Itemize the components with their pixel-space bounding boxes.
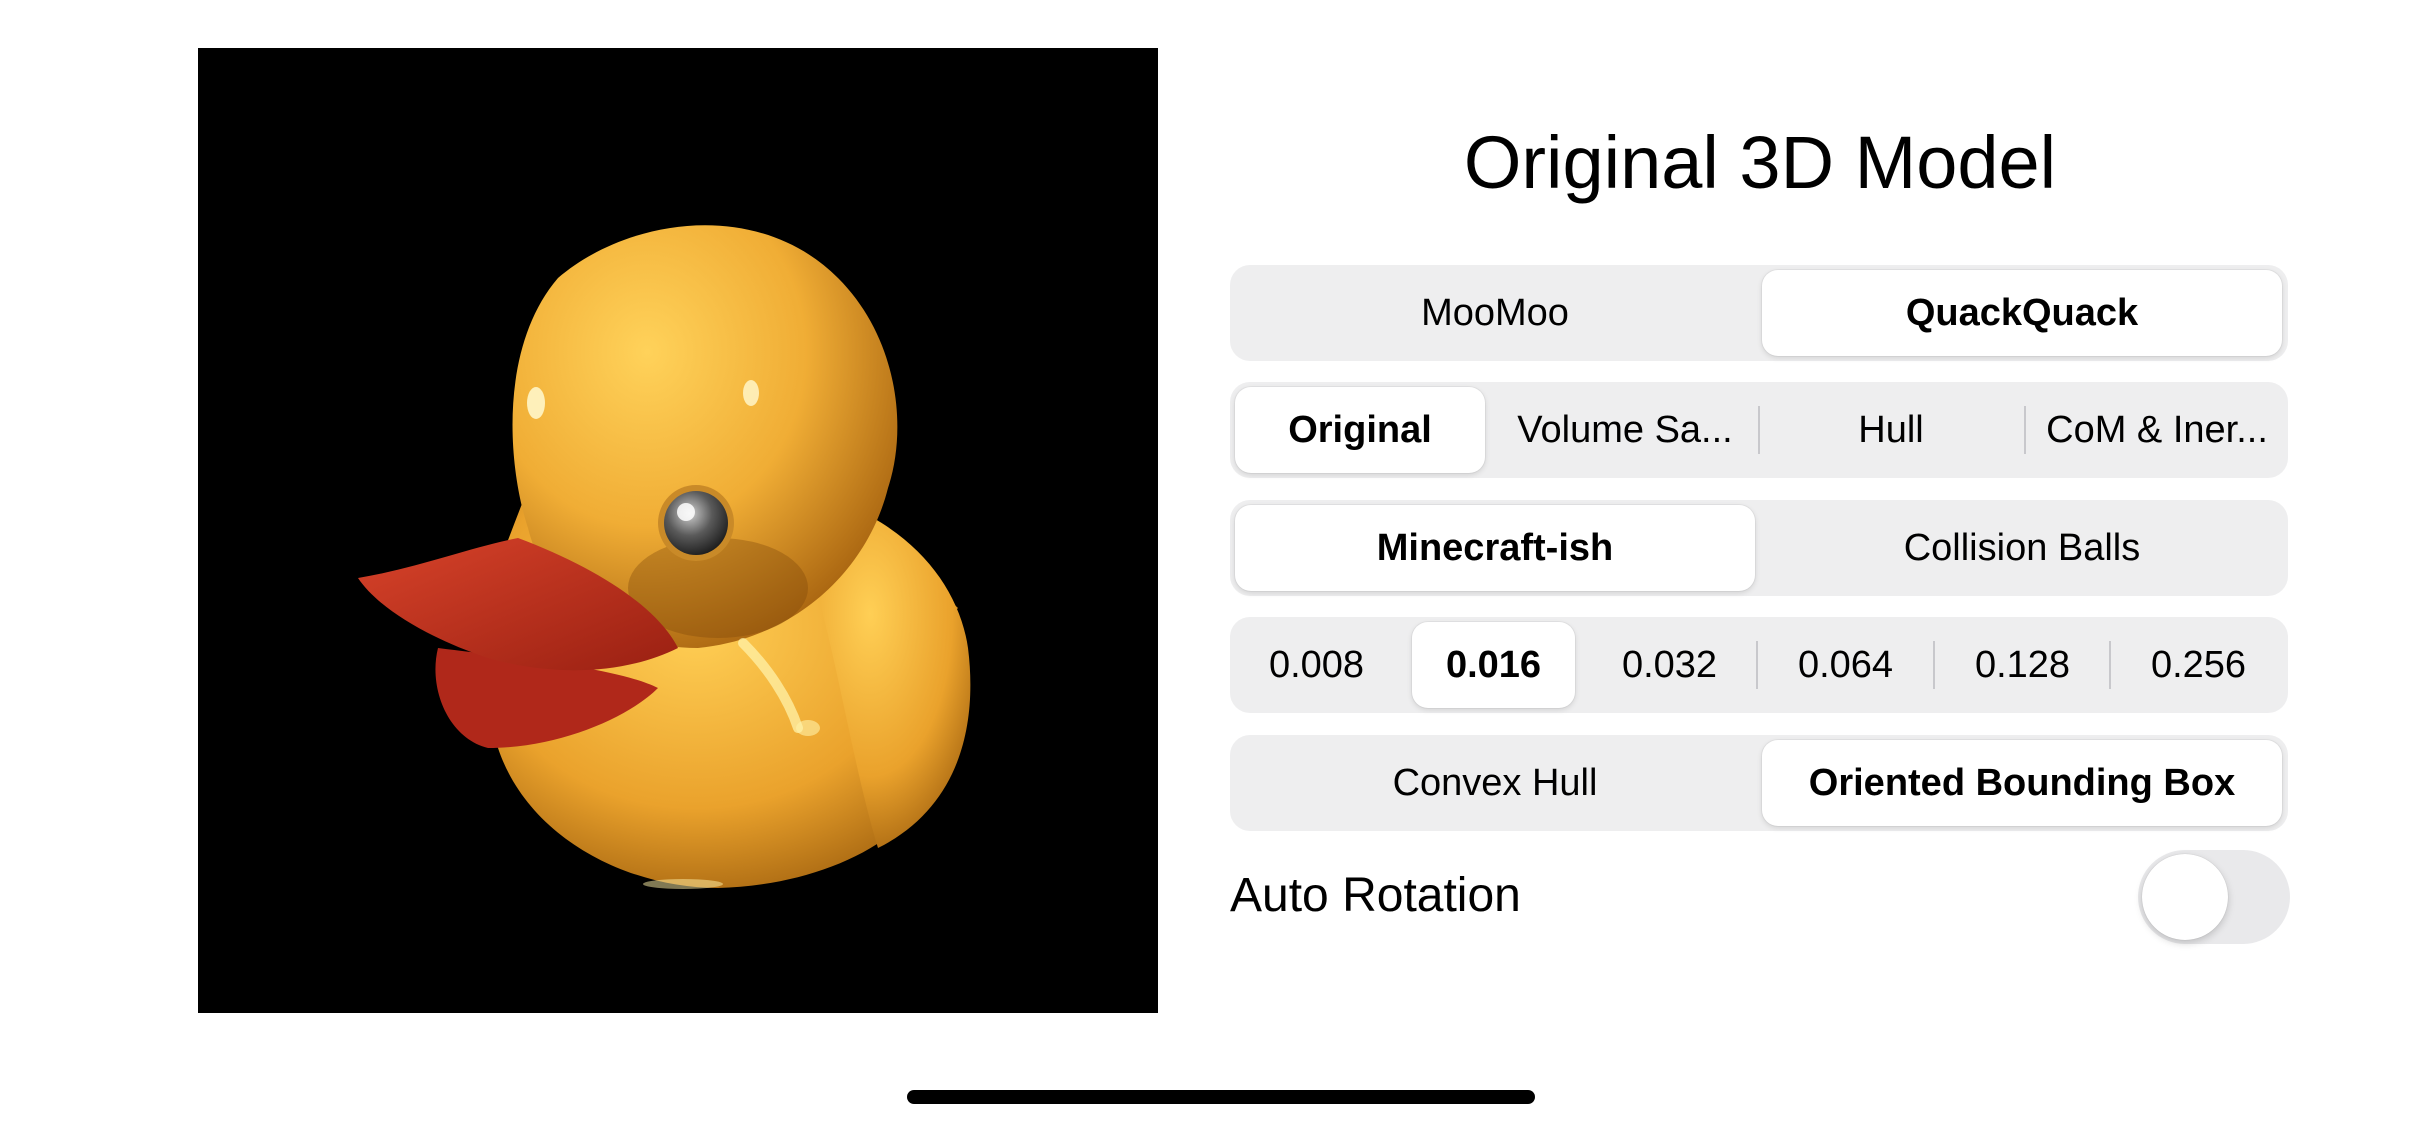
voxel-style-segmented-control[interactable]: Minecraft-ish Collision Balls <box>1230 500 2288 596</box>
segment-size-0032[interactable]: 0.032 <box>1588 622 1751 708</box>
auto-rotation-label: Auto Rotation <box>1230 869 1521 922</box>
segment-size-0008[interactable]: 0.008 <box>1235 622 1398 708</box>
segment-hull[interactable]: Hull <box>1766 387 2016 473</box>
segment-original[interactable]: Original <box>1235 387 1485 473</box>
voxel-size-segmented-control[interactable]: 0.008 0.016 0.032 0.064 0.128 0.256 <box>1230 617 2288 713</box>
rubber-duck-model <box>358 225 971 889</box>
segment-divider <box>1756 641 1758 689</box>
segment-moomoo[interactable]: MooMoo <box>1235 270 1755 356</box>
control-panel: Original 3D Model MooMoo QuackQuack Orig… <box>1230 0 2290 1125</box>
segment-size-0064[interactable]: 0.064 <box>1764 622 1927 708</box>
segment-divider <box>1758 406 1760 454</box>
view-mode-segmented-control[interactable]: Original Volume Sa... Hull CoM & Iner... <box>1230 382 2288 478</box>
toggle-knob <box>2142 854 2228 940</box>
segment-divider <box>1933 641 1935 689</box>
segment-quackquack[interactable]: QuackQuack <box>1762 270 2282 356</box>
segment-size-0256[interactable]: 0.256 <box>2117 622 2280 708</box>
auto-rotation-row: Auto Rotation <box>1230 850 2290 946</box>
auto-rotation-toggle[interactable] <box>2138 850 2290 944</box>
segment-divider <box>2024 406 2026 454</box>
model-segmented-control[interactable]: MooMoo QuackQuack <box>1230 265 2288 361</box>
segment-size-0128[interactable]: 0.128 <box>1941 622 2104 708</box>
segment-volume-sampling[interactable]: Volume Sa... <box>1500 387 1750 473</box>
segment-oriented-bounding-box[interactable]: Oriented Bounding Box <box>1762 740 2282 826</box>
segment-convex-hull[interactable]: Convex Hull <box>1235 740 1755 826</box>
segment-size-0016[interactable]: 0.016 <box>1412 622 1575 708</box>
segment-com-inertia[interactable]: CoM & Iner... <box>2032 387 2282 473</box>
3d-model-viewport[interactable] <box>198 48 1158 1013</box>
page-title: Original 3D Model <box>1463 121 2057 204</box>
segment-minecraft-ish[interactable]: Minecraft-ish <box>1235 505 1755 591</box>
segment-collision-balls[interactable]: Collision Balls <box>1762 505 2282 591</box>
segment-divider <box>2109 641 2111 689</box>
home-indicator <box>907 1090 1535 1104</box>
hull-type-segmented-control[interactable]: Convex Hull Oriented Bounding Box <box>1230 735 2288 831</box>
